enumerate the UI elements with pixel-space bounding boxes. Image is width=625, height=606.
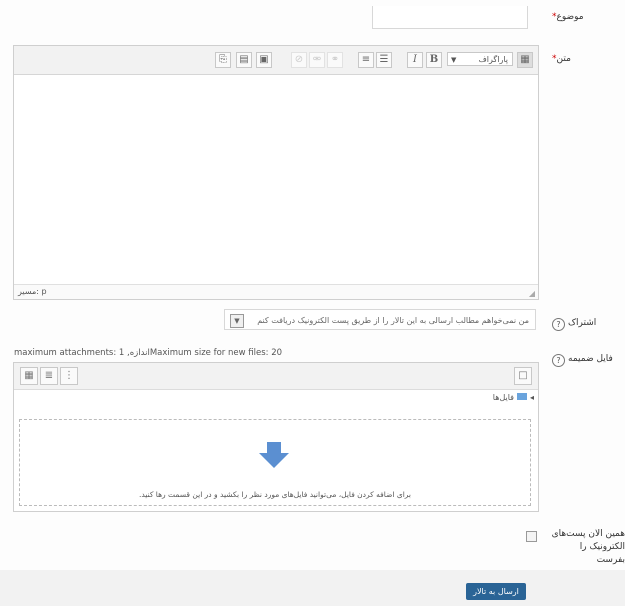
help-icon[interactable]: ? [552, 318, 565, 331]
message-label: متن* [552, 54, 571, 64]
icon-view-icon[interactable]: ▦ [20, 367, 38, 385]
link-icon[interactable]: ⚭ [327, 52, 343, 68]
subscription-select[interactable]: من نمی‌خواهم مطالب ارسالی به این تالار ر… [224, 309, 536, 330]
format-select[interactable]: پاراگراف ▼ [447, 52, 513, 66]
subscription-label: اشتراک [568, 318, 597, 328]
editor-path: مسیر: p [18, 287, 47, 296]
add-file-icon[interactable]: □ [514, 367, 532, 385]
message-editor[interactable]: ▦ پاراگراف ▼ B I ☰ ≡ ⚭ ⚮ ⊘ ▣ ▤ ⎘ مسیر: p… [13, 45, 539, 300]
dropdown-icon[interactable]: ▼ [230, 314, 244, 328]
ordered-list-icon[interactable]: ≡ [358, 52, 374, 68]
drop-zone-text: برای اضافه کردن فایل، می‌توانید فایل‌های… [138, 490, 412, 499]
subject-label-text: موضوع [556, 12, 584, 22]
form-footer [0, 570, 625, 606]
media-icon[interactable]: ▤ [236, 52, 252, 68]
editor-text-area[interactable] [14, 75, 538, 285]
toolbar-toggle-icon[interactable]: ▦ [517, 52, 533, 68]
subscription-option: من نمی‌خواهم مطالب ارسالی به این تالار ر… [257, 316, 529, 325]
manage-files-icon[interactable]: ⎘ [215, 52, 231, 68]
italic-button[interactable]: I [407, 52, 423, 68]
editor-status-bar: مسیر: p ◢ [14, 284, 538, 299]
no-link-icon[interactable]: ⊘ [291, 52, 307, 68]
drop-zone[interactable]: برای اضافه کردن فایل، می‌توانید فایل‌های… [19, 419, 531, 506]
editor-toolbar: ▦ پاراگراف ▼ B I ☰ ≡ ⚭ ⚮ ⊘ ▣ ▤ ⎘ [14, 46, 538, 75]
list-view-icon[interactable]: ≣ [40, 367, 58, 385]
subject-input[interactable] [372, 6, 528, 29]
mail-now-label-line2: الکترونیک را بفرست [579, 542, 625, 565]
bold-button[interactable]: B [426, 52, 442, 68]
image-icon[interactable]: ▣ [256, 52, 272, 68]
message-label-text: متن [556, 54, 571, 64]
subject-label: موضوع* [552, 12, 584, 22]
file-picker-toolbar: ▦ ≣ ⋮ □ [14, 363, 538, 390]
attachment-label: فایل ضمیمه [568, 354, 613, 364]
attachment-help-icon[interactable]: ? [552, 354, 565, 367]
file-breadcrumb: ◂ فایل‌ها [14, 393, 534, 402]
download-arrow-icon [259, 442, 289, 468]
file-picker: ▦ ≣ ⋮ □ ◂ فایل‌ها برای اضافه کردن فایل، م… [13, 362, 539, 512]
mail-now-label-line1: همین الان پست‌های [551, 529, 625, 539]
unlink-icon[interactable]: ⚮ [309, 52, 325, 68]
format-select-value: پاراگراف [478, 55, 509, 64]
unordered-list-icon[interactable]: ☰ [376, 52, 392, 68]
mail-now-label: همین الان پست‌های الکترونیک را بفرست [550, 528, 625, 567]
chevron-down-icon: ▼ [451, 56, 457, 64]
folder-label[interactable]: فایل‌ها [493, 393, 514, 402]
tree-view-icon[interactable]: ⋮ [60, 367, 78, 385]
mail-now-checkbox[interactable] [526, 531, 537, 542]
resize-grip-icon[interactable]: ◢ [529, 287, 535, 301]
expand-icon[interactable]: ◂ [530, 393, 534, 402]
submit-button[interactable]: ارسال به تالار [466, 583, 526, 600]
attachment-info: maximum attachments: 1 ,اندازه‌Maximum s… [14, 348, 283, 358]
folder-icon [516, 393, 527, 400]
